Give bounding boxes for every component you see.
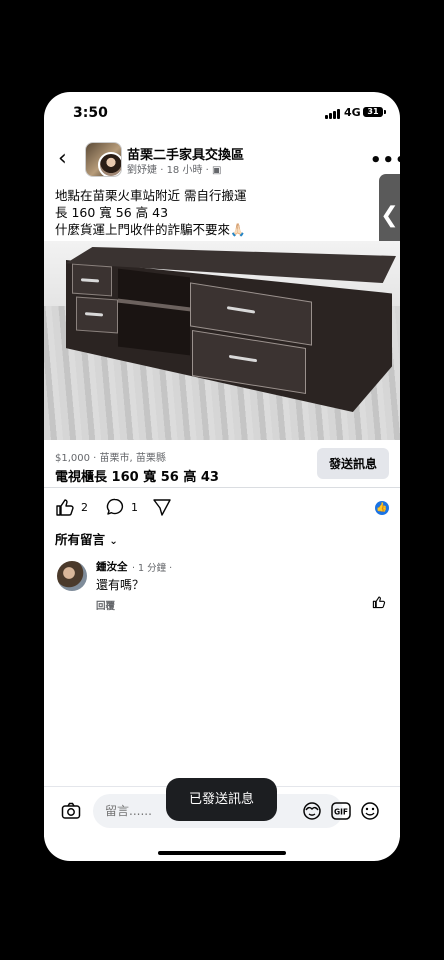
camera-icon[interactable] <box>61 801 81 821</box>
sent-toast: 已發送訊息 <box>166 778 277 821</box>
cabinet-open-shelf <box>118 268 190 356</box>
home-indicator[interactable] <box>158 851 286 855</box>
back-arrow-icon[interactable]: ‹ <box>58 148 67 170</box>
reply-link[interactable]: 回覆 <box>96 598 115 612</box>
listing-photo[interactable] <box>44 241 400 440</box>
post-meta: 劉妤婕 · 18 小時 · ▣ <box>127 161 221 176</box>
price-location: $1,000 · 苗栗市, 苗栗縣 <box>55 453 166 464</box>
share-action[interactable] <box>152 497 172 517</box>
meta-separator: · <box>160 165 164 176</box>
comments-filter[interactable]: 所有留言 ⌄ <box>55 529 118 548</box>
comment-action[interactable]: 1 <box>105 497 138 517</box>
comment-text: 還有嗎？ <box>96 578 145 592</box>
cabinet-drawer <box>76 296 118 334</box>
status-time: 3:50 <box>73 105 108 121</box>
more-options-icon[interactable]: ••• <box>370 150 400 171</box>
avatar-sticker-icon[interactable] <box>302 801 322 821</box>
author-name[interactable]: 劉妤婕 <box>127 165 157 176</box>
signal-icon <box>325 109 341 119</box>
share-icon <box>153 499 171 516</box>
like-badge-icon: 👍 <box>375 501 389 515</box>
battery-icon: 31 <box>363 107 386 117</box>
phone-screen: 3:50 4G 31 ‹ 苗栗二手家具交換區 劉妤婕 · 18 小時 · ▣ •… <box>44 92 400 861</box>
emoji-icon[interactable] <box>360 801 380 821</box>
like-action[interactable]: 2 <box>55 497 88 517</box>
divider <box>44 487 400 488</box>
meta-separator: · <box>205 165 209 176</box>
thumbs-up-icon <box>56 499 74 516</box>
comments-filter-label: 所有留言 <box>55 532 106 547</box>
listing-title[interactable]: 電視櫃長 160 寬 56 高 43 <box>55 466 219 485</box>
chevron-down-icon: ⌄ <box>109 536 118 547</box>
comment-time: · 1 分鐘 · <box>132 563 173 574</box>
cabinet-drawer <box>72 263 112 297</box>
svg-text:GIF: GIF <box>334 808 348 817</box>
comment-icon <box>106 498 124 515</box>
group-avatar[interactable] <box>85 142 122 177</box>
network-label: 4G <box>344 106 361 119</box>
post-text: 地點在苗栗火車站附近 需自行搬運 長 160 寬 56 高 43 什麼貨運上門收… <box>55 188 247 237</box>
marketplace-icon: ▣ <box>212 165 222 176</box>
comment-like-icon[interactable] <box>372 595 386 609</box>
post-time: 18 小時 <box>166 165 203 176</box>
author-avatar <box>98 152 121 176</box>
like-count: 2 <box>81 500 88 514</box>
gif-icon[interactable]: GIF <box>331 801 351 821</box>
comment-count: 1 <box>131 500 138 514</box>
send-message-button[interactable]: 發送訊息 <box>317 448 389 479</box>
commenter-name[interactable]: 鍾汝全 <box>96 559 128 574</box>
avatar[interactable] <box>57 561 87 591</box>
